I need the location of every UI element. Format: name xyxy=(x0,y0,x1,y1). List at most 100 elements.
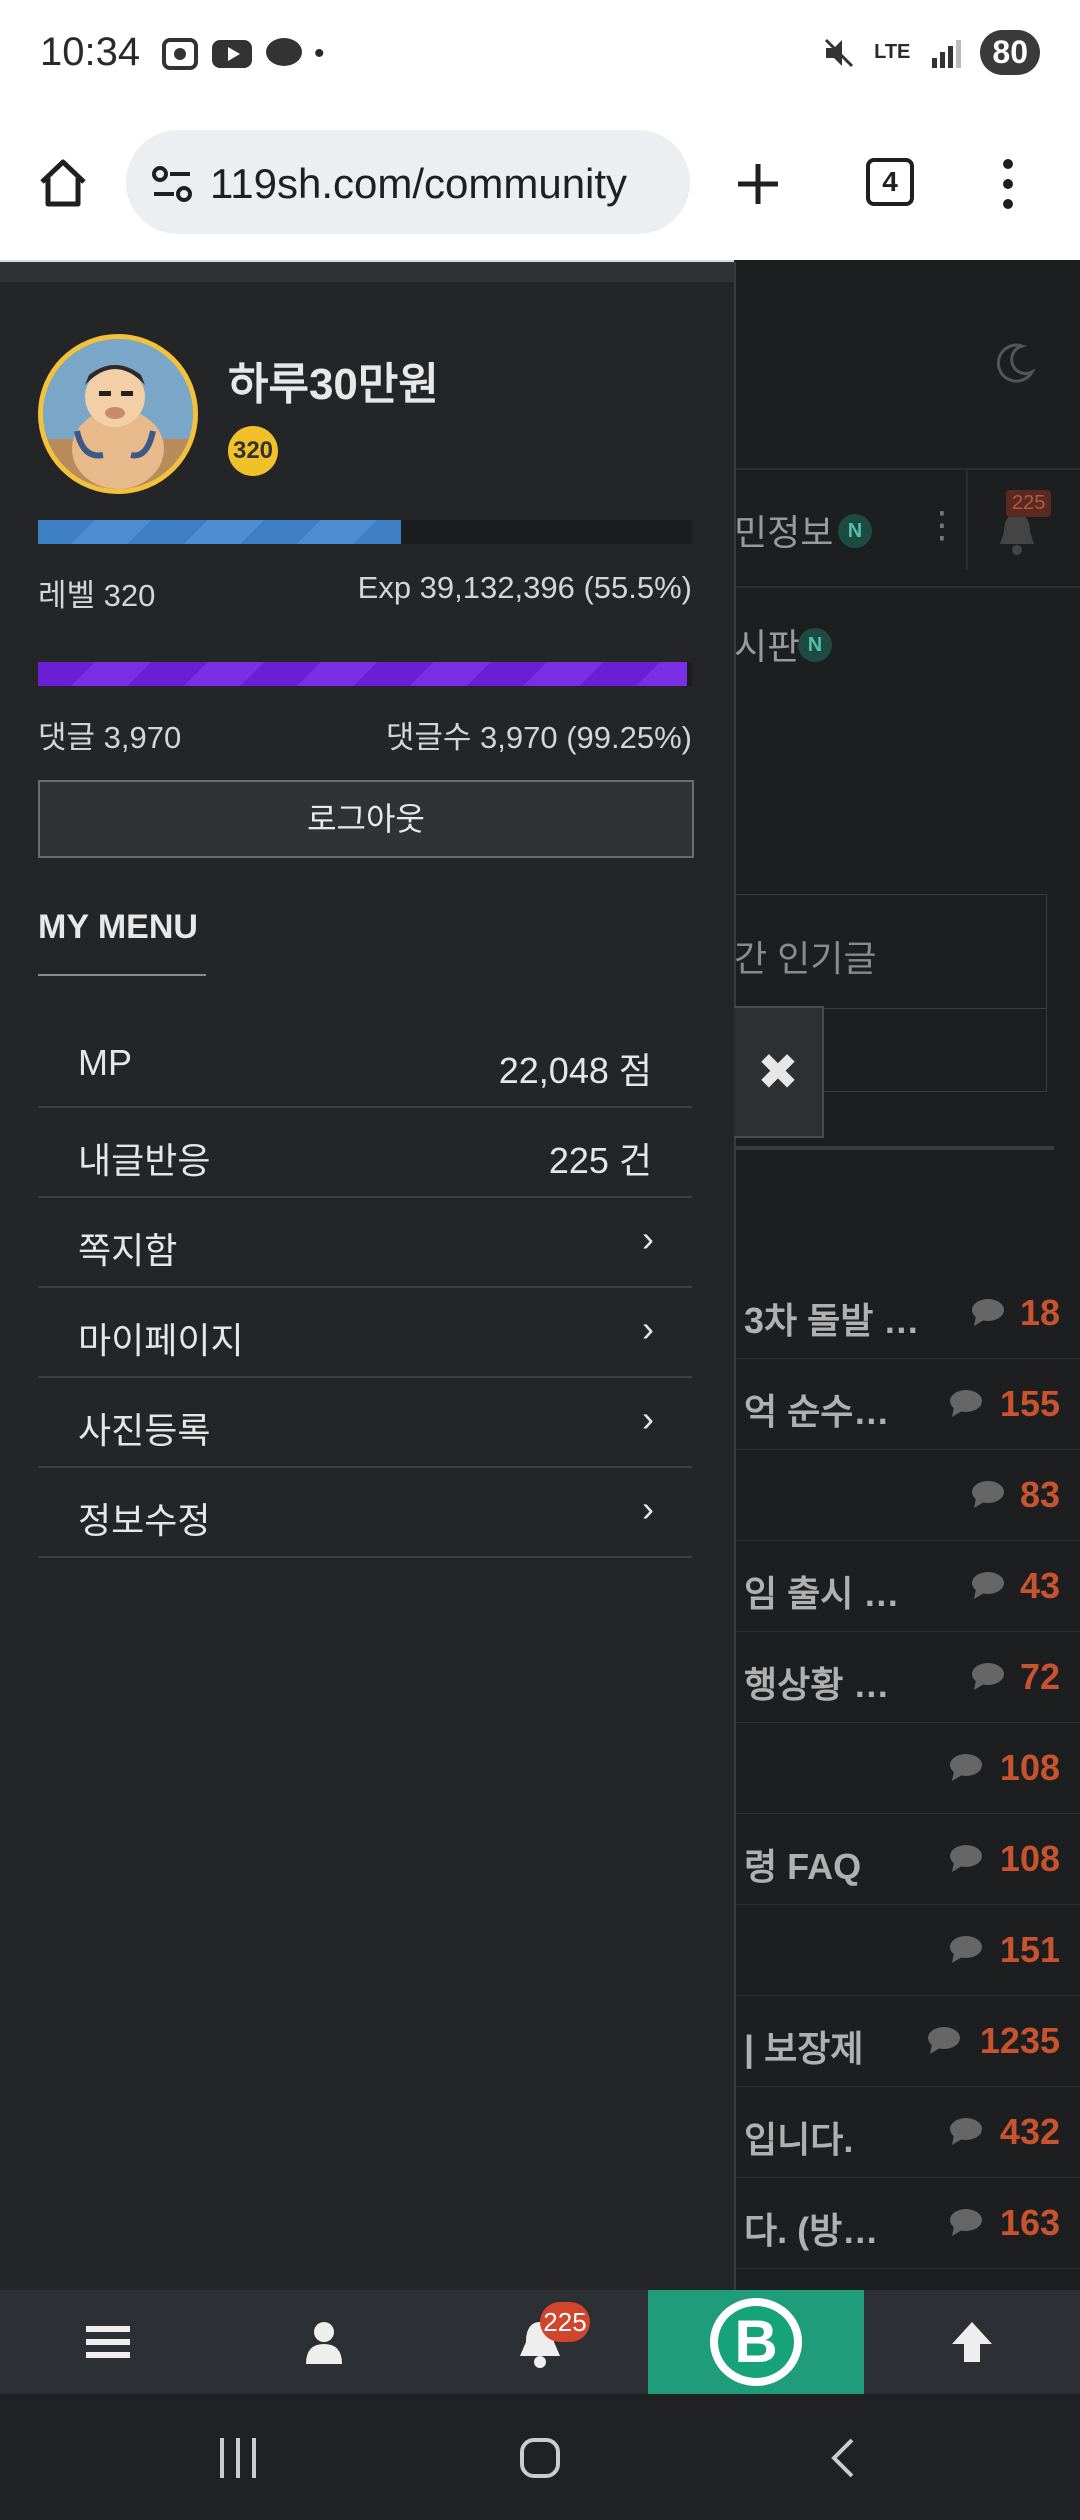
profile-button[interactable] xyxy=(216,2290,432,2394)
post-title: 다. (방… xyxy=(744,2210,879,2251)
post-row[interactable]: 임 출시 … 43 xyxy=(734,1541,1080,1632)
menu-title-underline xyxy=(38,974,206,976)
comment-count: 151 xyxy=(999,1929,1060,1970)
username: 하루30만원 xyxy=(228,360,439,409)
post-row[interactable]: 행상황 … 72 xyxy=(734,1632,1080,1723)
comment-count: 432 xyxy=(999,2111,1060,2152)
comment-icon xyxy=(950,2209,982,2236)
b-app-button[interactable]: B xyxy=(648,2290,864,2394)
notification-icons: • xyxy=(160,36,325,72)
nav-item[interactable]: 민정보 xyxy=(734,504,833,556)
post-title: 3차 돌발 … xyxy=(744,1300,920,1341)
close-drawer-button[interactable]: ✖ xyxy=(734,1006,824,1138)
exp-progress-bar xyxy=(38,520,692,544)
post-title: 임 출시 … xyxy=(744,1573,900,1614)
recent-apps-icon[interactable] xyxy=(214,2434,262,2482)
post-row[interactable]: 83 xyxy=(734,1450,1080,1541)
menu-item-mypage[interactable]: 마이페이지 › xyxy=(38,1288,692,1378)
address-bar[interactable]: 119sh.com/community xyxy=(126,130,690,234)
menu-item-edit-profile[interactable]: 정보수정 › xyxy=(38,1468,692,1558)
post-row[interactable]: 령 FAQ 108 xyxy=(734,1814,1080,1905)
comment-icon xyxy=(972,1663,1004,1690)
comment-label: 댓글 3,970 xyxy=(38,720,182,755)
post-row[interactable]: 108 xyxy=(734,1723,1080,1814)
tab-switcher-button[interactable]: 4 xyxy=(866,158,914,206)
exp-label: Exp 39,132,396 (55.5%) xyxy=(357,570,692,605)
comment-icon xyxy=(972,1481,1004,1508)
menu-item-mp[interactable]: MP 22,048 점 xyxy=(38,1018,692,1108)
post-row[interactable]: 3차 돌발 … 18 xyxy=(734,1268,1080,1359)
network-type: LTE xyxy=(874,41,911,63)
menu-item-photo-upload[interactable]: 사진등록 › xyxy=(38,1378,692,1468)
header-notification-badge: 225 xyxy=(1006,490,1052,517)
comment-count: 83 xyxy=(1019,1474,1060,1515)
comment-icon xyxy=(972,1299,1004,1326)
comment-count: 43 xyxy=(1019,1565,1060,1606)
chat-icon xyxy=(266,38,302,66)
post-row[interactable]: 151 xyxy=(734,1905,1080,1996)
post-row[interactable]: 입니다. 432 xyxy=(734,2087,1080,2178)
post-row[interactable]: 다. (방… 163 xyxy=(734,2178,1080,2269)
post-title: | 보장제 xyxy=(744,2028,864,2069)
comment-icon xyxy=(972,1572,1004,1599)
b-logo-inner: B xyxy=(718,2306,794,2378)
post-row[interactable]: | 보장제 1235 xyxy=(734,1996,1080,2087)
chevron-right-icon: › xyxy=(642,1488,654,1529)
more-menu-icon[interactable] xyxy=(1000,158,1016,210)
chevron-right-icon: › xyxy=(642,1398,654,1439)
comment-icon xyxy=(950,2118,982,2145)
comment-count: 163 xyxy=(999,2202,1060,2243)
comment-count: 155 xyxy=(999,1383,1060,1424)
moon-icon[interactable] xyxy=(992,342,1036,386)
site-settings-icon xyxy=(152,166,192,202)
browser-toolbar: 119sh.com/community 4 xyxy=(0,122,1080,262)
url-text: 119sh.com/community xyxy=(210,160,628,207)
comment-count: 72 xyxy=(1019,1656,1060,1697)
clock: 10:34 xyxy=(40,30,141,74)
nav-item[interactable]: 시판 xyxy=(734,618,800,670)
new-tab-icon[interactable] xyxy=(734,160,782,208)
kebab-icon[interactable]: ⋮ xyxy=(924,504,960,546)
comment-progress-fill xyxy=(38,662,688,686)
popular-posts-tab[interactable]: 간 인기글 xyxy=(734,930,876,982)
status-bar: 10:34 • LTE 80 xyxy=(0,0,1080,122)
menu-item-reactions[interactable]: 내글반응 225 건 xyxy=(38,1108,692,1198)
exp-progress-fill xyxy=(38,520,401,544)
menu-button[interactable] xyxy=(0,2290,216,2394)
post-title: 입니다. xyxy=(744,2119,854,2160)
youtube-icon xyxy=(212,40,252,68)
back-icon[interactable] xyxy=(820,2434,868,2482)
menu-item-messages[interactable]: 쪽지함 › xyxy=(38,1198,692,1288)
signal-icon xyxy=(932,39,962,68)
arrow-up-icon xyxy=(952,2322,992,2362)
level-label: 레벨 320 xyxy=(38,578,156,613)
post-title: 령 FAQ xyxy=(744,1846,862,1887)
screenshot-icon xyxy=(162,38,198,70)
comment-count: 108 xyxy=(999,1747,1060,1788)
comment-count-label: 댓글수 3,970 (99.25%) xyxy=(385,720,692,755)
scroll-top-button[interactable] xyxy=(864,2290,1080,2394)
level-badge: 320 xyxy=(228,426,278,476)
comment-icon xyxy=(950,1390,982,1417)
avatar[interactable] xyxy=(38,334,198,494)
comment-count: 18 xyxy=(1019,1292,1060,1333)
comment-progress-bar xyxy=(38,662,692,686)
notifications-button[interactable] xyxy=(432,2290,648,2394)
user-icon xyxy=(306,2322,342,2364)
home-icon[interactable] xyxy=(36,156,90,210)
side-drawer: 하루30만원 320 레벨 320 Exp 39,132,396 (55.5%)… xyxy=(0,262,736,2290)
comment-icon xyxy=(928,2027,960,2054)
new-badge: N xyxy=(798,628,832,662)
comment-icon xyxy=(950,1936,982,1963)
home-nav-icon[interactable] xyxy=(516,2434,564,2482)
system-icons: LTE 80 xyxy=(822,30,1040,75)
post-row[interactable]: 억 순수… 155 xyxy=(734,1359,1080,1450)
background-page: 민정보 N ⋮ 225 시판 N 간 인기글 3차 돌발 … 18 억 순수… 155… xyxy=(734,260,1080,2290)
post-title: 억 순수… xyxy=(744,1391,890,1432)
system-navigation-bar xyxy=(0,2394,1080,2520)
notification-count-badge: 225 xyxy=(540,2302,590,2342)
drawer-top-strip xyxy=(0,262,734,282)
new-badge: N xyxy=(838,514,872,548)
comment-icon xyxy=(950,1754,982,1781)
logout-button[interactable]: 로그아웃 xyxy=(38,780,694,858)
